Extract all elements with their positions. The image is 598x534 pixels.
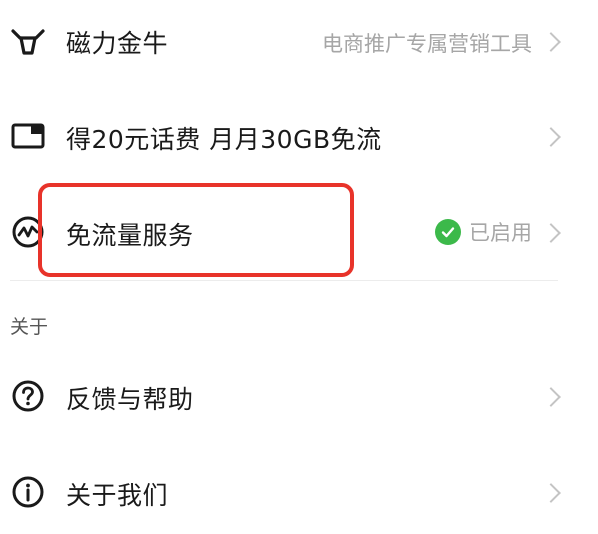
chevron-right-icon <box>541 127 561 147</box>
menu-item-feedback-help[interactable]: 反馈与帮助 <box>0 352 598 440</box>
check-icon <box>435 219 461 245</box>
chevron-right-icon <box>541 223 561 243</box>
chevron-right-icon <box>541 387 561 407</box>
section-header-about: 关于 <box>10 316 49 338</box>
chevron-right-icon <box>541 32 561 52</box>
menu-item-label: 得20元话费 月月30GB免流 <box>66 125 382 154</box>
highlight-annotation <box>38 183 354 277</box>
card-icon <box>10 118 46 154</box>
menu-item-label: 反馈与帮助 <box>66 385 194 414</box>
status-indicator: 已启用 <box>435 217 532 247</box>
menu-item-about-us[interactable]: 关于我们 <box>0 446 598 534</box>
question-icon <box>10 378 46 414</box>
menu-item-subtitle: 电商推广专属营销工具 <box>322 32 532 56</box>
menu-item-label: 关于我们 <box>66 481 169 510</box>
info-icon <box>10 474 46 510</box>
bull-icon <box>10 24 46 60</box>
menu-item-phone-credit[interactable]: 得20元话费 月月30GB免流 <box>0 92 598 180</box>
menu-item-label: 磁力金牛 <box>66 29 169 58</box>
chevron-right-icon <box>541 483 561 503</box>
section-divider <box>10 280 558 281</box>
status-text: 已启用 <box>469 221 532 245</box>
menu-item-magnet-bull[interactable]: 磁力金牛 电商推广专属营销工具 <box>0 0 598 84</box>
